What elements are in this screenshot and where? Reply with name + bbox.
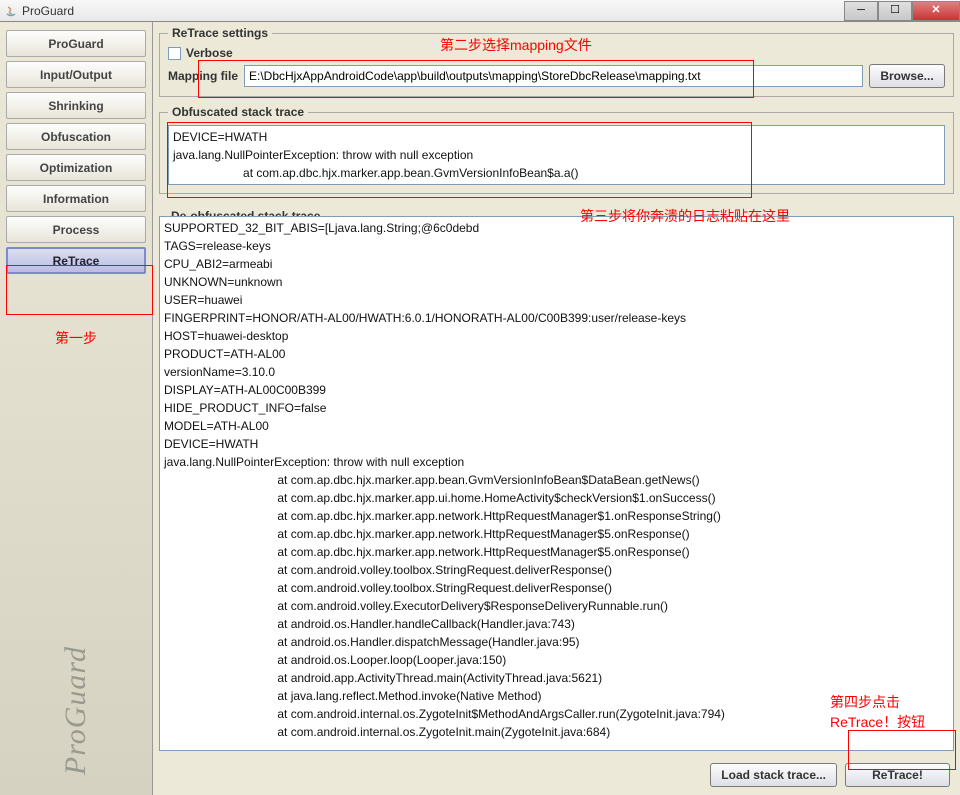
sidebar-item-obfuscation[interactable]: Obfuscation	[6, 123, 146, 150]
sidebar-item-input-output[interactable]: Input/Output	[6, 61, 146, 88]
proguard-vertical-label: ProGuard	[59, 646, 93, 775]
title-bar: ProGuard ─ ☐ ✕	[0, 0, 960, 22]
sidebar-item-process[interactable]: Process	[6, 216, 146, 243]
close-button[interactable]: ✕	[912, 1, 960, 21]
sidebar-item-retrace[interactable]: ReTrace	[6, 247, 146, 274]
mapping-file-label: Mapping file	[168, 69, 238, 83]
button-bar: Load stack trace... ReTrace!	[153, 755, 960, 795]
minimize-button[interactable]: ─	[844, 1, 878, 21]
retrace-button[interactable]: ReTrace!	[845, 763, 950, 787]
mapping-file-input[interactable]	[244, 65, 863, 87]
load-stack-trace-button[interactable]: Load stack trace...	[710, 763, 837, 787]
obfuscated-trace-textarea[interactable]: DEVICE=HWATHjava.lang.NullPointerExcepti…	[168, 125, 945, 185]
maximize-button[interactable]: ☐	[878, 1, 912, 21]
deobfuscated-trace-textarea[interactable]: SUPPORTED_32_BIT_ABIS=[Ljava.lang.String…	[159, 216, 954, 751]
window-title: ProGuard	[22, 4, 74, 18]
obfuscated-legend: Obfuscated stack trace	[168, 105, 308, 119]
sidebar-item-optimization[interactable]: Optimization	[6, 154, 146, 181]
sidebar-item-information[interactable]: Information	[6, 185, 146, 212]
verbose-label: Verbose	[186, 46, 233, 60]
browse-button[interactable]: Browse...	[869, 64, 945, 88]
java-icon	[4, 4, 18, 18]
retrace-settings-group: ReTrace settings Verbose Mapping file Br…	[159, 26, 954, 97]
obfuscated-trace-group: Obfuscated stack trace DEVICE=HWATHjava.…	[159, 105, 954, 194]
main-panel: ReTrace settings Verbose Mapping file Br…	[153, 22, 960, 795]
sidebar-item-shrinking[interactable]: Shrinking	[6, 92, 146, 119]
sidebar: ProGuard Input/Output Shrinking Obfuscat…	[0, 22, 153, 795]
sidebar-item-proguard[interactable]: ProGuard	[6, 30, 146, 57]
verbose-checkbox[interactable]	[168, 47, 181, 60]
retrace-settings-legend: ReTrace settings	[168, 26, 272, 40]
